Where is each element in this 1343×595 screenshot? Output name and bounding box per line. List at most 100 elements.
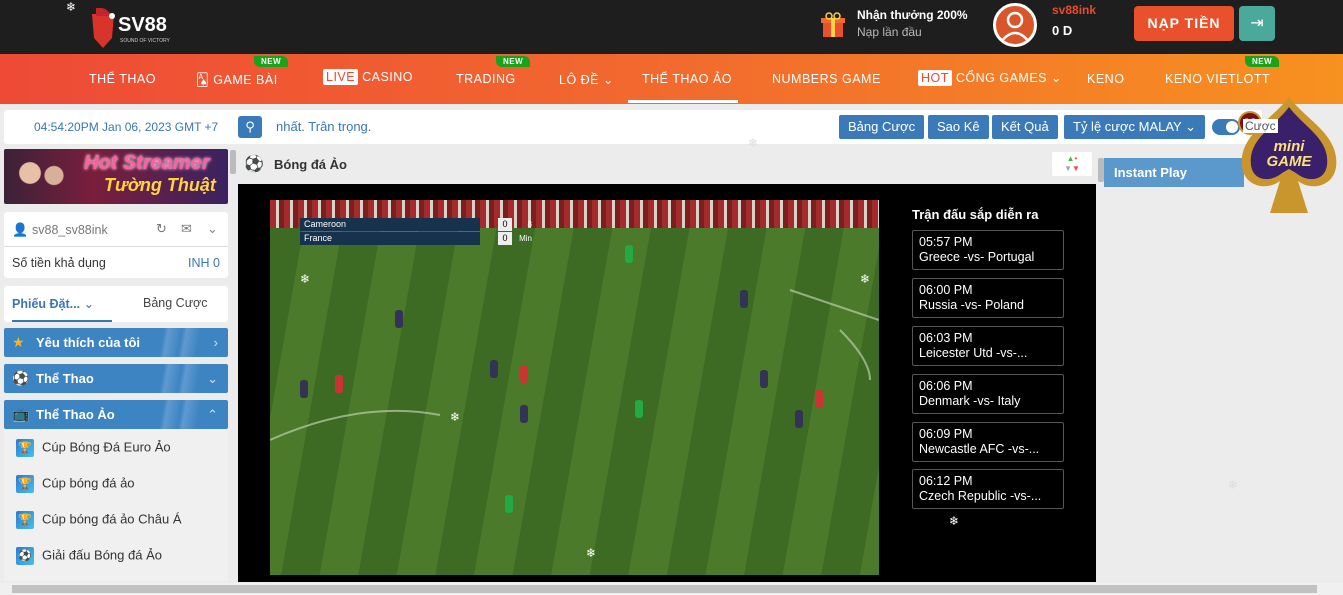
player (520, 365, 528, 383)
search-icon: ⚲ (245, 119, 255, 134)
nav-label: NUMBERS GAME (772, 72, 881, 86)
chevron-down-icon: ⌄ (207, 371, 218, 386)
virtual-sports-list: 🏆 Cúp Bóng Đá Euro Ảo 🏆 Cúp bóng đá ảo 🏆 Cú… (4, 429, 228, 581)
nav-numbers-game[interactable]: NUMBERS GAME (772, 72, 881, 86)
chevron-down-icon[interactable]: ⌄ (207, 221, 218, 237)
match-teams: Greece -vs- Portugal (919, 250, 1035, 264)
sort-odds-button[interactable]: ▲• ▼▼ (1052, 152, 1092, 176)
snowflake-icon: ❄ (66, 0, 77, 14)
match-time: 06:03 PM (919, 331, 973, 345)
snowflake-icon: ❄ (1228, 478, 1239, 492)
dot-icon: ▼ (1072, 164, 1080, 173)
nav-keno[interactable]: KENO (1087, 72, 1124, 86)
banner-line1: Hot Streamer (84, 152, 210, 174)
nav-the-thao[interactable]: THỂ THAO (89, 72, 156, 86)
sports-ball-icon: ⚽ (12, 370, 30, 386)
nav-the-thao-ao[interactable]: THỂ THAO ẢO (642, 72, 732, 86)
dot-icon: • (1074, 154, 1078, 163)
star-icon: ★ (12, 334, 25, 350)
match-teams: Czech Republic -vs-... (919, 489, 1042, 503)
trophy-icon: 🏆 (16, 439, 34, 457)
bet-list-button[interactable]: Bảng Cược (839, 115, 925, 139)
snowflake-icon: ❄ (586, 546, 597, 560)
section-label: Yêu thích của tôi (36, 335, 141, 350)
sidebar-collapse-handle[interactable] (230, 150, 236, 174)
trophy-icon: 🏆 (16, 475, 34, 493)
gift-icon[interactable] (821, 12, 845, 38)
match-video[interactable]: Cameroon 0 8 France 0 Min ❄ ❄ ❄ ❄ (270, 200, 879, 575)
nav-label: CASINO (362, 70, 414, 84)
upcoming-match[interactable]: 06:06 PM Denmark -vs- Italy (912, 374, 1064, 414)
odds-type-value: Tỷ lệ cược MALAY (1073, 119, 1182, 134)
page-title: Bóng đá Ảo (274, 157, 347, 172)
horizontal-scrollbar[interactable] (0, 583, 1343, 595)
pitch-lines (270, 289, 879, 441)
upcoming-match[interactable]: 06:00 PM Russia -vs- Poland (912, 278, 1064, 318)
away-score: 0 (498, 232, 512, 245)
mini-game-line1: mini (1273, 138, 1305, 155)
player (520, 405, 528, 423)
player (795, 410, 803, 428)
promo-title[interactable]: Nhận thưởng 200% (857, 8, 968, 22)
tab-bet-list[interactable]: Bảng Cược (143, 296, 208, 310)
main-nav: THỂ THAO 🂡 GAME BÀI NEW LIVE CASINO TRADIN… (0, 54, 1343, 104)
virtual-item[interactable]: 🏆 Cúp Bóng Đá Euro Ảo (16, 439, 171, 457)
arrow-down-icon: ▼ (1064, 164, 1072, 173)
logout-button[interactable]: ⇥ (1239, 6, 1275, 41)
search-button[interactable]: ⚲ (238, 116, 262, 138)
results-button[interactable]: Kết Quả (992, 115, 1058, 139)
virtual-item[interactable]: ⚽ Giải đấu Bóng đá Ảo (16, 547, 162, 565)
available-label: Số tiền khả dụng (12, 256, 106, 270)
section-label: Thể Thao (36, 371, 94, 386)
mini-game-button[interactable]: miniGAME 23 (1236, 95, 1342, 217)
deposit-button[interactable]: NẠP TIỀN (1134, 6, 1234, 41)
chevron-right-icon: › (213, 335, 218, 350)
tab-bet-slip[interactable]: Phiếu Đặt... ⌄ (12, 296, 112, 322)
snowflake-icon: ❄ (300, 272, 311, 286)
match-minute: 8 (527, 220, 532, 229)
hot-streamer-banner[interactable]: Hot Streamer Tường Thuật (4, 149, 228, 204)
top-header: SV88 SOUND OF VICTORY Nhận thưởng 200% N… (0, 0, 1343, 54)
nav-trading[interactable]: TRADING NEW (456, 56, 531, 86)
announcement-marquee[interactable]: nhất. Trân trọng. (276, 119, 371, 134)
scoreboard: Cameroon 0 8 France 0 Min (300, 218, 532, 246)
user-avatar-icon[interactable] (993, 3, 1037, 47)
refresh-icon[interactable]: ↻ (156, 221, 167, 237)
nav-label: THỂ THAO (89, 72, 156, 86)
match-teams: Denmark -vs- Italy (919, 394, 1021, 408)
item-label: Cúp Bóng Đá Euro Ảo (42, 439, 171, 455)
virtual-item[interactable]: 🏆 Cúp bóng đá ảo Châu Á (16, 511, 182, 529)
nav-label: KENO VIETLOTT (1165, 72, 1271, 86)
header-balance: 0 D (1052, 23, 1073, 38)
section-virtual-sports[interactable]: 📺 Thể Thao Ảo ⌃ (4, 400, 228, 429)
section-sports[interactable]: ⚽ Thể Thao ⌄ (4, 364, 228, 393)
main-header: ⚽ Bóng đá Ảo ▲• ▼▼ (238, 150, 1096, 178)
upcoming-match[interactable]: 06:12 PM Czech Republic -vs-... (912, 469, 1064, 509)
nav-live-casino[interactable]: LIVE CASINO (323, 69, 414, 85)
mail-icon[interactable]: ✉ (181, 221, 192, 237)
statement-button[interactable]: Sao Kê (928, 115, 989, 139)
clock: 04:54:20PM Jan 06, 2023 GMT +7 (34, 120, 219, 134)
odds-type-select[interactable]: Tỷ lệ cược MALAY ⌄ (1064, 115, 1206, 139)
snowflake-icon: ❄ (748, 136, 759, 150)
nav-lo-de[interactable]: LÔ ĐỀ ⌄ (559, 72, 614, 87)
nav-keno-vietlott[interactable]: KENO VIETLOTT NEW (1165, 56, 1280, 86)
chevron-down-icon: ⌄ (1185, 119, 1197, 134)
upcoming-match[interactable]: 06:03 PM Leicester Utd -vs-... (912, 326, 1064, 366)
cards-icon: 🂡 (196, 73, 214, 87)
nav-game-bai[interactable]: 🂡 GAME BÀI NEW (196, 56, 289, 87)
nav-cong-games[interactable]: HOT CỔNG GAMES ⌄ (918, 70, 1062, 86)
section-favorites[interactable]: ★ Yêu thích của tôi › (4, 328, 228, 357)
snowflake-icon: ❄ (450, 410, 461, 424)
logout-icon: ⇥ (1250, 15, 1264, 32)
instant-play-header[interactable]: Instant Play (1104, 158, 1244, 187)
upcoming-match[interactable]: 06:09 PM Newcastle AFC -vs-... (912, 422, 1064, 462)
promo-subtitle: Nạp lần đầu (857, 25, 922, 39)
upcoming-match[interactable]: 05:57 PM Greece -vs- Portugal (912, 230, 1064, 270)
sv88-logo[interactable]: SV88 SOUND OF VICTORY (88, 4, 178, 50)
item-label: Cúp bóng đá ảo Châu Á (42, 511, 182, 527)
virtual-item[interactable]: 🏆 Cúp bóng đá ảo (16, 475, 135, 493)
upcoming-title: Trận đấu sắp diễn ra (912, 207, 1039, 222)
section-label: Thể Thao Ảo (36, 407, 115, 422)
match-teams: Newcastle AFC -vs-... (919, 442, 1040, 456)
